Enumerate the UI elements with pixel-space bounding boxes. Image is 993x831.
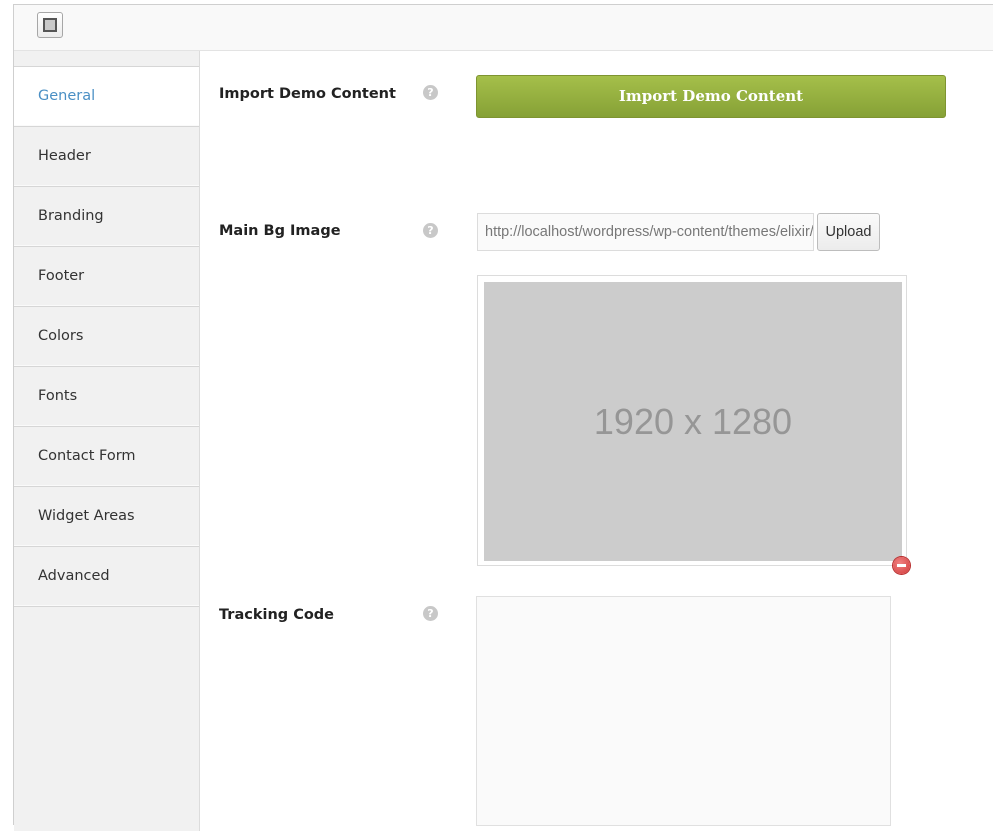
sidebar-item-widget-areas[interactable]: Widget Areas: [14, 486, 199, 546]
options-toolbar: [14, 5, 993, 51]
sidebar-item-label: Colors: [38, 328, 84, 344]
remove-image-icon[interactable]: [893, 557, 910, 574]
sidebar-item-label: Footer: [38, 268, 85, 284]
help-icon[interactable]: ?: [423, 606, 438, 621]
sidebar-item-label: Header: [38, 148, 91, 164]
help-icon[interactable]: ?: [423, 223, 438, 238]
import-demo-button[interactable]: Import Demo Content: [476, 75, 946, 118]
sidebar-item-fonts[interactable]: Fonts: [14, 366, 199, 426]
sidebar-item-label: Fonts: [38, 388, 78, 404]
sidebar-item-advanced[interactable]: Advanced: [14, 546, 199, 606]
sidebar-item-label: General: [38, 88, 96, 104]
help-icon[interactable]: ?: [423, 85, 438, 100]
preview-image-placeholder: 1920 x 1280: [484, 282, 902, 561]
sidebar-item-footer[interactable]: Footer: [14, 246, 199, 306]
tracking-code-textarea[interactable]: [476, 596, 891, 826]
sidebar-item-general[interactable]: General: [14, 66, 199, 126]
sidebar-item-header[interactable]: Header: [14, 126, 199, 186]
sidebar-item-label: Branding: [38, 208, 104, 224]
preview-dimensions-text: 1920 x 1280: [593, 400, 793, 442]
options-sidebar: General Header Branding Footer Colors Fo…: [14, 51, 200, 831]
import-demo-label: Import Demo Content: [219, 86, 396, 102]
main-bg-image-label: Main Bg Image: [219, 223, 341, 239]
sidebar-item-label: Contact Form: [38, 448, 136, 464]
sidebar-item-contact-form[interactable]: Contact Form: [14, 426, 199, 486]
sidebar-item-branding[interactable]: Branding: [14, 186, 199, 246]
upload-button[interactable]: Upload: [817, 213, 880, 251]
bg-image-url-input[interactable]: http://localhost/wordpress/wp-content/th…: [477, 213, 814, 251]
sidebar-nav: General Header Branding Footer Colors Fo…: [14, 66, 199, 607]
sidebar-item-colors[interactable]: Colors: [14, 306, 199, 366]
panel-toggle-icon: [43, 18, 57, 32]
sidebar-item-label: Widget Areas: [38, 508, 135, 524]
bg-image-preview: 1920 x 1280: [477, 275, 907, 566]
sidebar-divider: [14, 606, 199, 607]
panel-toggle-button[interactable]: [37, 12, 63, 38]
tracking-code-label: Tracking Code: [219, 607, 335, 623]
sidebar-item-label: Advanced: [38, 568, 110, 584]
